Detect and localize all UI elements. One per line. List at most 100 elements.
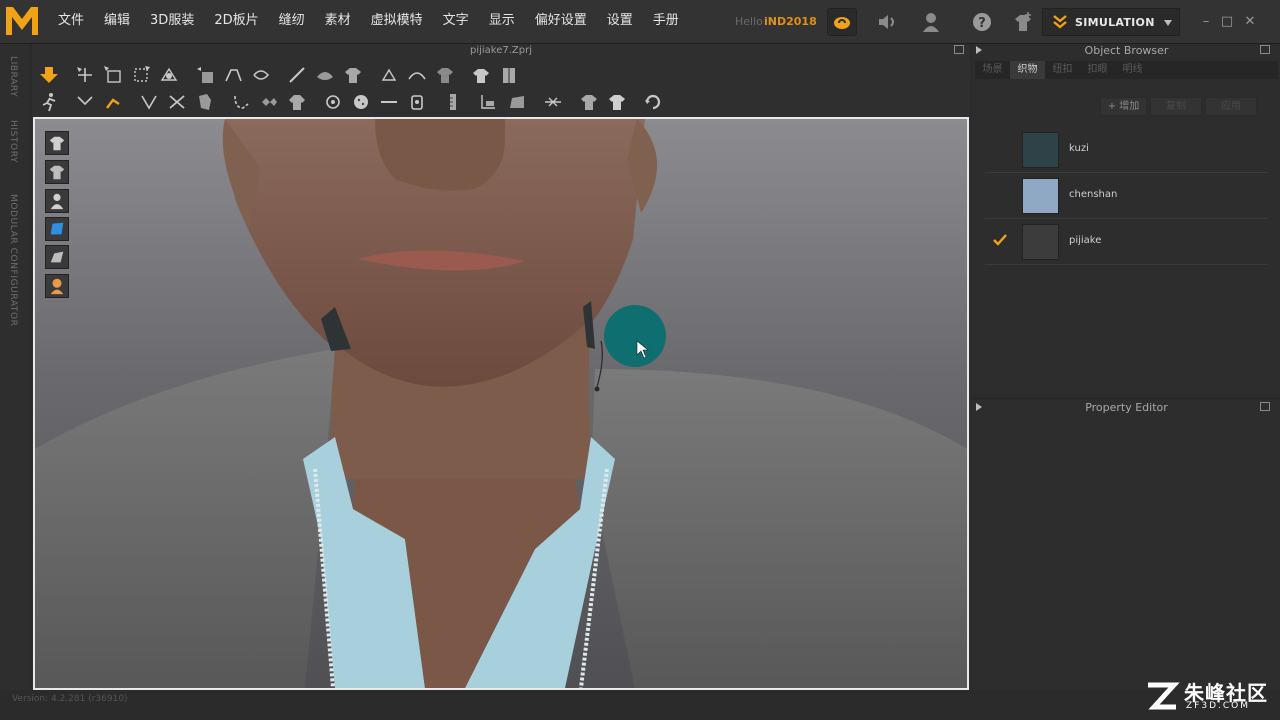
refresh-icon [645, 94, 661, 110]
edit-curvature-icon [408, 72, 426, 80]
garment-layer-tool[interactable] [434, 64, 456, 86]
fold-tool[interactable] [158, 64, 180, 86]
graphic-tool[interactable] [506, 91, 528, 113]
menu-item-8[interactable]: 显示 [479, 0, 525, 44]
pin-tool[interactable] [102, 91, 124, 113]
menu-item-10[interactable]: 设置 [597, 0, 643, 44]
menu-item-9[interactable]: 偏好设置 [525, 0, 597, 44]
show-garment-button[interactable] [45, 131, 69, 155]
graphic-icon [510, 96, 524, 108]
collapse-arrow-icon[interactable] [976, 403, 982, 411]
sewing-segment-tool[interactable] [138, 91, 160, 113]
watermark-en: ZF3D.COM [1186, 701, 1250, 711]
history-tab[interactable]: HISTORY [8, 120, 18, 163]
avatar-render [35, 119, 967, 688]
popout-icon[interactable] [1260, 402, 1270, 411]
mode-selector[interactable]: SIMULATION [1042, 8, 1180, 36]
refresh-tool[interactable] [642, 91, 664, 113]
help-button[interactable]: ? [967, 8, 997, 36]
fabric-row[interactable]: kuzi [985, 127, 1267, 173]
modular-configurator-tab[interactable]: MODULAR CONFIGURATOR [8, 194, 18, 327]
select-box-tool[interactable] [102, 64, 124, 86]
shirt-layer-tool[interactable] [578, 91, 600, 113]
menu-item-3[interactable]: 2D板片 [204, 0, 268, 44]
object-tab-0[interactable]: 场景 [975, 61, 1010, 79]
buttonhole-tool[interactable] [350, 91, 372, 113]
menu-item-0[interactable]: 文件 [48, 0, 94, 44]
zipper-tool[interactable] [286, 91, 308, 113]
maximize-button[interactable]: □ [1217, 12, 1237, 32]
show-shaded-button[interactable] [45, 245, 69, 269]
copy-fabric-button[interactable]: 复制 [1150, 97, 1202, 116]
object-tab-4[interactable]: 明线 [1115, 61, 1150, 79]
fabric-swatch[interactable] [1022, 132, 1059, 168]
username[interactable]: iND2018 [764, 15, 817, 28]
object-tab-1[interactable]: 织物 [1010, 61, 1045, 79]
zipper-icon [289, 95, 305, 110]
avatar-pose-tool[interactable] [38, 91, 60, 113]
garment-icon [49, 136, 65, 151]
arrange-tool[interactable] [194, 64, 216, 86]
reset-2d-tool[interactable] [222, 64, 244, 86]
transform-icon [134, 66, 150, 82]
garment-fit-tool[interactable] [342, 64, 364, 86]
sound-button[interactable] [873, 8, 903, 36]
puckering-tool[interactable] [258, 91, 280, 113]
tape-tool[interactable] [378, 91, 400, 113]
menu-item-5[interactable]: 素材 [315, 0, 361, 44]
avatar-arrange-tool[interactable] [470, 64, 492, 86]
collapse-arrow-icon[interactable] [976, 46, 982, 54]
fabric-swatch[interactable] [1022, 224, 1059, 260]
cloud-sync-button[interactable] [827, 8, 857, 36]
user-button[interactable] [916, 8, 946, 36]
menu-item-11[interactable]: 手册 [643, 0, 689, 44]
segment-line-tool[interactable] [286, 64, 308, 86]
avatar-measure-tool[interactable] [442, 91, 464, 113]
free-sewing-tool[interactable] [166, 91, 188, 113]
library-tab[interactable]: LIBRARY [8, 56, 18, 97]
show-garment-surface-button[interactable] [45, 160, 69, 184]
minimize-button[interactable]: – [1196, 12, 1216, 32]
menu-item-4[interactable]: 缝纫 [269, 0, 315, 44]
transform-tool[interactable] [130, 64, 152, 86]
user-icon [923, 13, 939, 32]
tack-tool[interactable] [314, 64, 336, 86]
edit-pattern-tool[interactable] [378, 64, 400, 86]
fabric-swatch[interactable] [1022, 178, 1059, 214]
topstitch-tool[interactable] [230, 91, 252, 113]
fold-arrangement-tool[interactable] [194, 91, 216, 113]
menu-item-7[interactable]: 文字 [433, 0, 479, 44]
seam-tool[interactable] [74, 91, 96, 113]
save-down-tool[interactable] [38, 64, 60, 86]
object-tab-2[interactable]: 纽扣 [1045, 61, 1080, 79]
apply-fabric-button[interactable]: 应用 [1205, 97, 1257, 116]
trim-tool[interactable] [406, 91, 428, 113]
garment-add-button[interactable] [1008, 8, 1038, 36]
tshirt-add-icon [1015, 12, 1031, 31]
fabric-texture-tool[interactable] [478, 91, 500, 113]
edit-curvature-tool[interactable] [406, 64, 428, 86]
tack-icon [317, 72, 333, 80]
show-avatar-button[interactable] [45, 189, 69, 213]
popout-icon[interactable] [1260, 45, 1270, 54]
fabric-row[interactable]: chenshan [985, 173, 1267, 219]
close-button[interactable]: ✕ [1240, 12, 1260, 32]
add-fabric-button[interactable]: + 增加 [1100, 97, 1147, 116]
object-tab-3[interactable]: 扣眼 [1080, 61, 1115, 79]
move-tool[interactable] [74, 64, 96, 86]
3d-viewport[interactable] [33, 117, 969, 690]
menu-item-6[interactable]: 虚拟模特 [361, 0, 433, 44]
popout-icon[interactable] [954, 45, 964, 54]
show-texture-button[interactable] [45, 217, 69, 241]
menu-item-2[interactable]: 3D服装 [140, 0, 204, 44]
cloth-box-tool[interactable] [498, 64, 520, 86]
reset-3d-tool[interactable] [250, 64, 272, 86]
show-avatar-skin-button[interactable] [45, 274, 69, 298]
shaded-icon [50, 251, 64, 263]
shirt-solidify-tool[interactable] [606, 91, 628, 113]
button-tool[interactable] [322, 91, 344, 113]
fabric-row[interactable]: pijiake [985, 219, 1267, 265]
strengthen-tool[interactable] [542, 91, 564, 113]
tape-icon [381, 101, 397, 103]
menu-item-1[interactable]: 编辑 [94, 0, 140, 44]
